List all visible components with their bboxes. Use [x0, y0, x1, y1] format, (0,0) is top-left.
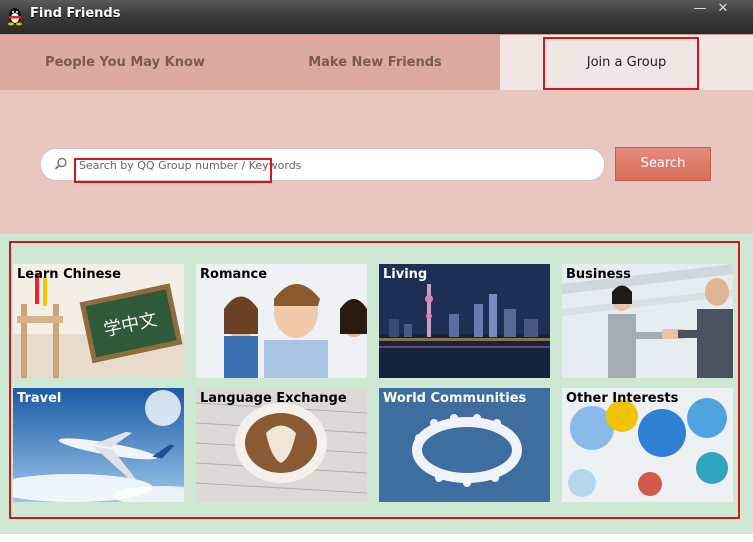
- tab-people-you-may-know[interactable]: People You May Know: [0, 35, 250, 91]
- window-title: Find Friends: [30, 6, 121, 21]
- window-footer: [0, 534, 753, 542]
- category-label: World Communities: [383, 391, 527, 406]
- highlight-outline: [74, 158, 272, 183]
- category-label: Business: [566, 267, 631, 282]
- tab-bar: People You May Know Make New Friends Joi…: [0, 34, 753, 91]
- title-bar: Find Friends — ✕: [0, 0, 753, 34]
- qq-penguin-icon: [6, 6, 24, 26]
- close-button[interactable]: ✕: [714, 0, 732, 18]
- minimize-button[interactable]: —: [691, 0, 709, 18]
- category-label: Travel: [17, 391, 62, 406]
- highlight-outline: [9, 241, 740, 519]
- category-label: Living: [383, 267, 428, 282]
- tab-make-new-friends[interactable]: Make New Friends: [250, 35, 500, 91]
- search-area: Search: [0, 90, 753, 234]
- category-label: Other Interests: [566, 391, 679, 406]
- search-button[interactable]: Search: [615, 147, 711, 181]
- category-grid: 学中文 Learn Chinese Romance Living Busines…: [0, 234, 753, 534]
- search-box: [40, 148, 605, 183]
- category-label: Language Exchange: [200, 391, 347, 406]
- tab-join-a-group[interactable]: Join a Group: [500, 35, 753, 91]
- find-friends-window: Find Friends — ✕ People You May Know Mak…: [0, 0, 753, 542]
- highlight-outline: [543, 37, 699, 90]
- category-label: Learn Chinese: [17, 267, 121, 282]
- search-icon: [53, 156, 69, 172]
- category-label: Romance: [200, 267, 268, 282]
